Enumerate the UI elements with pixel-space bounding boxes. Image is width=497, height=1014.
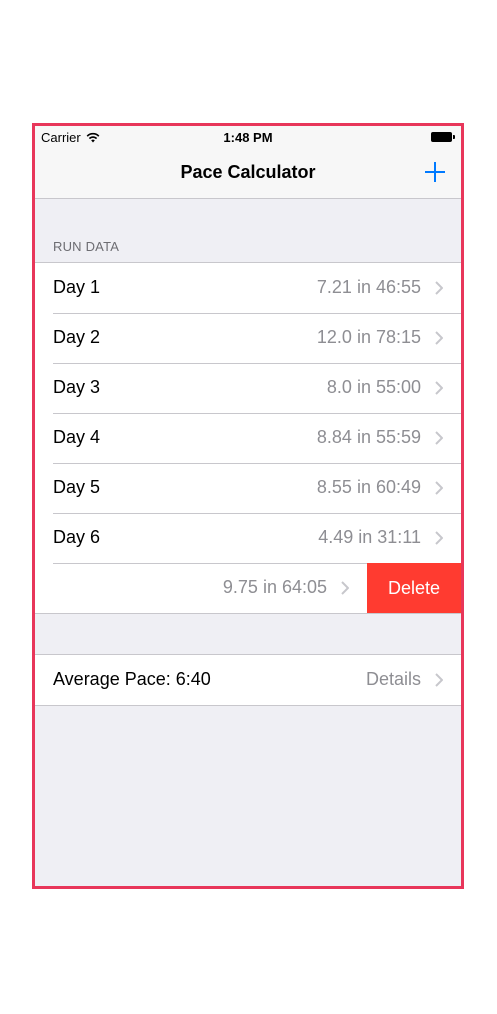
row-title: Day 2 xyxy=(53,327,101,347)
battery-icon xyxy=(431,132,455,142)
run-row-day-2[interactable]: Day 2 12.0 in 78:15 xyxy=(35,313,461,363)
run-row-swiped: 9.75 in 64:05 Delete xyxy=(35,563,461,613)
row-detail: 4.49 in 31:11 xyxy=(318,527,421,547)
run-row-day-4[interactable]: Day 4 8.84 in 55:59 xyxy=(35,413,461,463)
chevron-right-icon xyxy=(341,581,349,595)
details-label: Details xyxy=(365,669,421,689)
chevron-right-icon xyxy=(435,381,443,395)
run-data-table: Day 1 7.21 in 46:55 Day 2 12.0 in 78:15 … xyxy=(35,262,461,614)
row-title: Day 1 xyxy=(53,277,101,297)
row-title: Day 6 xyxy=(53,527,101,547)
run-row-day-5[interactable]: Day 5 8.55 in 60:49 xyxy=(35,463,461,513)
summary-table: Average Pace: 6:40 Details xyxy=(35,654,461,706)
device-screen: Carrier 1:48 PM Pace Calculator RUN DATA… xyxy=(32,123,464,889)
row-detail: 9.75 in 64:05 xyxy=(222,577,327,597)
navigation-bar: Pace Calculator xyxy=(35,148,461,199)
run-row-day-3[interactable]: Day 3 8.0 in 55:00 xyxy=(35,363,461,413)
section-header-run-data: RUN DATA xyxy=(53,239,120,254)
row-detail: 8.84 in 55:59 xyxy=(316,427,421,447)
chevron-right-icon xyxy=(435,481,443,495)
status-bar: Carrier 1:48 PM xyxy=(35,126,461,148)
run-row-day-1[interactable]: Day 1 7.21 in 46:55 xyxy=(35,263,461,313)
row-detail: 8.55 in 60:49 xyxy=(316,477,421,497)
row-detail: 12.0 in 78:15 xyxy=(316,327,421,347)
chevron-right-icon xyxy=(435,431,443,445)
delete-button[interactable]: Delete xyxy=(367,563,461,613)
swiped-row-content[interactable]: 9.75 in 64:05 xyxy=(35,563,367,613)
run-row-day-6[interactable]: Day 6 4.49 in 31:11 xyxy=(35,513,461,563)
row-detail: 7.21 in 46:55 xyxy=(316,277,421,297)
row-detail: 8.0 in 55:00 xyxy=(326,377,421,397)
status-time: 1:48 PM xyxy=(223,130,273,145)
page-title: Pace Calculator xyxy=(180,162,316,182)
chevron-right-icon xyxy=(435,331,443,345)
average-pace-row[interactable]: Average Pace: 6:40 Details xyxy=(35,655,461,705)
chevron-right-icon xyxy=(435,531,443,545)
chevron-right-icon xyxy=(435,281,443,295)
add-run-button[interactable] xyxy=(421,158,449,186)
row-title: Day 5 xyxy=(53,477,101,497)
row-title: Day 4 xyxy=(53,427,101,447)
average-pace-label: Average Pace: 6:40 xyxy=(53,669,211,689)
row-title: Day 3 xyxy=(53,377,101,397)
chevron-right-icon xyxy=(435,673,443,687)
